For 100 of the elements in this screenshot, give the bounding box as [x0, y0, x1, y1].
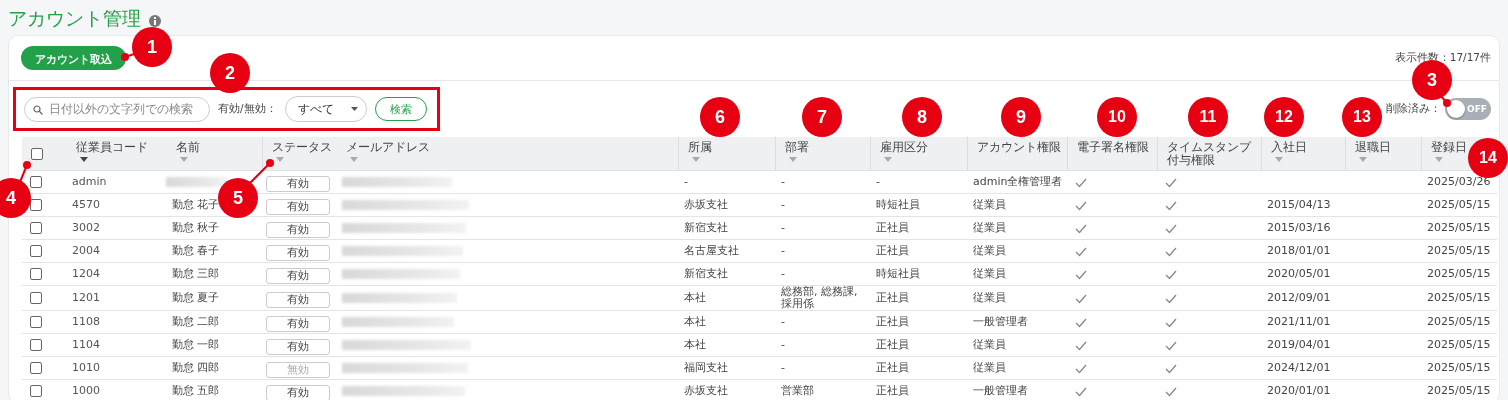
row-checkbox[interactable] [30, 221, 42, 234]
table-cell: 従業員 [973, 339, 1006, 351]
table-cell: 赤坂支社 [684, 385, 728, 397]
status-badge: 有効 [266, 339, 330, 355]
column-header: アカウント権限 [977, 141, 1061, 154]
status-filter-label: 有効/無効： [218, 102, 277, 116]
sort-icon[interactable] [80, 157, 88, 162]
status-badge: 有効 [266, 199, 330, 215]
table-cell: 勤怠 夏子 [172, 292, 220, 304]
column-header[interactable]: ステータス [272, 141, 332, 154]
table-cell: 2015/04/13 [1267, 199, 1331, 211]
table-cell: 時短社員 [876, 268, 920, 280]
table-cell: 勤怠 春子 [172, 245, 220, 257]
table-cell: - [781, 176, 785, 188]
status-badge: 有効 [266, 245, 330, 261]
table-cell: 営業部 [781, 385, 814, 397]
table-cell: 従業員 [973, 245, 1006, 257]
table-cell: 2025/05/15 [1427, 292, 1491, 304]
table-cell: 2021/11/01 [1267, 316, 1331, 328]
table-cell: 2025/05/15 [1427, 245, 1491, 257]
row-checkbox[interactable] [30, 338, 42, 351]
number-marker: 1 [132, 27, 172, 67]
table-cell: 名古屋支社 [684, 245, 739, 257]
status-badge: 有効 [266, 292, 330, 308]
status-select[interactable]: すべて [284, 96, 367, 122]
table-cell: 従業員 [973, 222, 1006, 234]
table-cell: - [781, 245, 785, 257]
column-header: 電子署名権限 [1077, 141, 1149, 154]
table-cell: - [684, 176, 688, 188]
search-icon [33, 104, 43, 115]
table-cell: - [781, 268, 785, 280]
row-checkbox[interactable] [30, 384, 42, 397]
table-cell: 2020/05/01 [1267, 268, 1331, 280]
table-cell: 従業員 [973, 362, 1006, 374]
table-cell: 2018/01/01 [1267, 245, 1331, 257]
column-header[interactable]: 名前 [176, 141, 200, 154]
row-checkbox[interactable] [30, 267, 42, 280]
row-checkbox[interactable] [30, 244, 42, 257]
table-cell: 勤怠 四郎 [172, 362, 220, 374]
table-cell: 本社 [684, 339, 706, 351]
table-cell: admin全権管理者 [973, 176, 1063, 188]
table-cell: 2025/05/15 [1427, 199, 1491, 211]
table-cell: 一般管理者 [973, 385, 1028, 397]
row-checkbox[interactable] [30, 175, 42, 188]
table-cell: admin [72, 176, 107, 188]
table-cell: 勤怠 秋子 [172, 222, 220, 234]
select-all-checkbox[interactable] [31, 147, 43, 160]
table-cell: 1108 [72, 316, 100, 328]
table-cell: 2004 [72, 245, 100, 257]
table-cell: 福岡支社 [684, 362, 728, 374]
table-cell: 2012/09/01 [1267, 292, 1331, 304]
table-cell: 正社員 [876, 292, 909, 304]
row-checkbox[interactable] [30, 291, 42, 304]
table-cell: 2020/01/01 [1267, 385, 1331, 397]
table-cell: 2025/05/15 [1427, 316, 1491, 328]
column-header[interactable]: 入社日 [1271, 141, 1307, 154]
status-badge: 有効 [266, 268, 330, 284]
info-icon[interactable] [149, 14, 161, 27]
search-field[interactable]: 日付以外の文字列での検索 [24, 96, 210, 122]
table-cell: 従業員 [973, 199, 1006, 211]
column-header[interactable]: 登録日 [1431, 141, 1467, 154]
table-cell: 3002 [72, 222, 100, 234]
table-cell: 新宿支社 [684, 268, 728, 280]
table-cell: 2025/05/15 [1427, 385, 1491, 397]
table-cell: - [781, 362, 785, 374]
table-cell: 2025/03/26 [1427, 176, 1491, 188]
table-cell: 正社員 [876, 385, 909, 397]
column-header[interactable]: 従業員コード [76, 141, 148, 154]
status-badge: 無効 [266, 362, 330, 378]
table-cell: 時短社員 [876, 199, 920, 211]
table-cell: 2025/05/15 [1427, 222, 1491, 234]
table-cell: 1204 [72, 268, 100, 280]
row-checkbox[interactable] [30, 198, 42, 211]
table-cell: 勤怠 一郎 [172, 339, 220, 351]
table-cell: - [876, 176, 880, 188]
table-cell: 2025/05/15 [1427, 339, 1491, 351]
column-header[interactable]: メールアドレス [346, 141, 430, 154]
column-header[interactable]: 退職日 [1355, 141, 1391, 154]
table-cell: - [781, 316, 785, 328]
table-cell: 勤怠 二郎 [172, 316, 220, 328]
table-cell: 1000 [72, 385, 100, 397]
column-header[interactable]: 所属 [688, 141, 712, 154]
table-cell: - [781, 199, 785, 211]
table-cell: 正社員 [876, 245, 909, 257]
table-cell-text: 総務部, 総務課, 採用係 [781, 286, 859, 310]
table-cell: - [781, 339, 785, 351]
table-cell: 2019/04/01 [1267, 339, 1331, 351]
column-header[interactable]: 部署 [785, 141, 809, 154]
status-badge: 有効 [266, 222, 330, 238]
table-cell: 勤怠 三郎 [172, 268, 220, 280]
table-cell: 勤怠 花子 [172, 199, 220, 211]
table-cell: 正社員 [876, 316, 909, 328]
table-cell: 1104 [72, 339, 100, 351]
column-header[interactable]: 雇用区分 [880, 141, 928, 154]
row-checkbox[interactable] [30, 315, 42, 328]
table-cell: 本社 [684, 316, 706, 328]
table-cell: 2025/05/15 [1427, 268, 1491, 280]
table-cell: 一般管理者 [973, 316, 1028, 328]
caret-icon [350, 107, 358, 111]
search-button[interactable]: 検索 [374, 97, 427, 121]
